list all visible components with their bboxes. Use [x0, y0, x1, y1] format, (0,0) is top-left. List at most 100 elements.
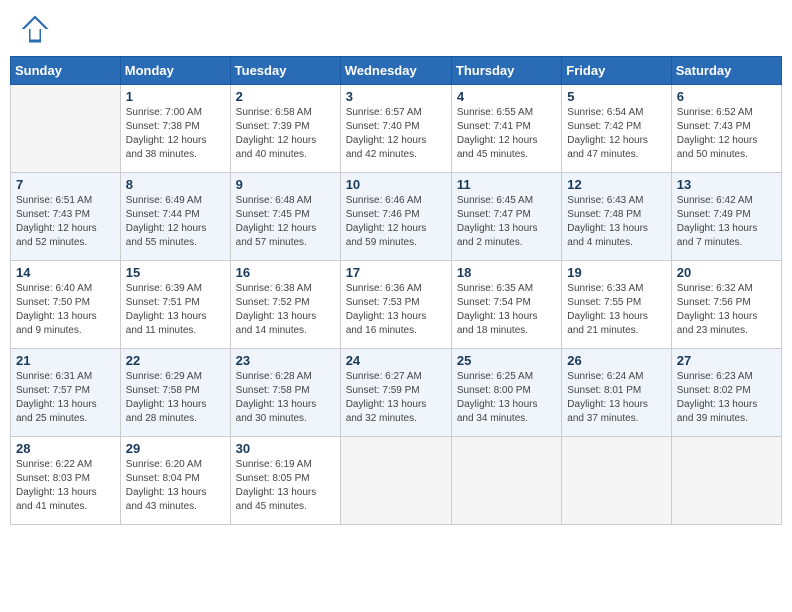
weekday-header-friday: Friday — [562, 57, 671, 85]
day-number: 24 — [346, 353, 446, 368]
day-number: 4 — [457, 89, 556, 104]
day-info: Sunrise: 6:35 AM Sunset: 7:54 PM Dayligh… — [457, 282, 556, 338]
day-info: Sunrise: 6:57 AM Sunset: 7:40 PM Dayligh… — [346, 106, 446, 162]
calendar-cell: 25 Sunrise: 6:25 AM Sunset: 8:00 PM Dayli… — [451, 349, 561, 437]
calendar-cell — [11, 85, 121, 173]
week-row-1: 1 Sunrise: 7:00 AM Sunset: 7:38 PM Daylig… — [11, 85, 782, 173]
day-number: 6 — [677, 89, 776, 104]
day-number: 13 — [677, 177, 776, 192]
day-number: 8 — [126, 177, 225, 192]
day-number: 11 — [457, 177, 556, 192]
day-number: 22 — [126, 353, 225, 368]
calendar-cell: 2 Sunrise: 6:58 AM Sunset: 7:39 PM Daylig… — [230, 85, 340, 173]
weekday-header-wednesday: Wednesday — [340, 57, 451, 85]
weekday-header-sunday: Sunday — [11, 57, 121, 85]
logo — [16, 14, 50, 44]
day-info: Sunrise: 6:23 AM Sunset: 8:02 PM Dayligh… — [677, 370, 776, 426]
day-info: Sunrise: 6:55 AM Sunset: 7:41 PM Dayligh… — [457, 106, 556, 162]
day-info: Sunrise: 6:48 AM Sunset: 7:45 PM Dayligh… — [236, 194, 335, 250]
weekday-header-tuesday: Tuesday — [230, 57, 340, 85]
day-info: Sunrise: 6:29 AM Sunset: 7:58 PM Dayligh… — [126, 370, 225, 426]
calendar-cell: 5Sunrise: 6:54 AM Sunset: 7:42 PM Daylig… — [562, 85, 671, 173]
day-info: Sunrise: 6:38 AM Sunset: 7:52 PM Dayligh… — [236, 282, 335, 338]
calendar-cell: 27 Sunrise: 6:23 AM Sunset: 8:02 PM Dayli… — [671, 349, 781, 437]
day-number: 10 — [346, 177, 446, 192]
day-number: 7 — [16, 177, 115, 192]
day-number: 21 — [16, 353, 115, 368]
calendar-cell: 26 Sunrise: 6:24 AM Sunset: 8:01 PM Dayli… — [562, 349, 671, 437]
calendar-cell: 13 Sunrise: 6:42 AM Sunset: 7:49 PM Dayli… — [671, 173, 781, 261]
day-info: Sunrise: 6:25 AM Sunset: 8:00 PM Dayligh… — [457, 370, 556, 426]
day-number: 16 — [236, 265, 335, 280]
day-number: 27 — [677, 353, 776, 368]
calendar-table: SundayMondayTuesdayWednesdayThursdayFrid… — [10, 56, 782, 525]
day-info: Sunrise: 6:36 AM Sunset: 7:53 PM Dayligh… — [346, 282, 446, 338]
day-number: 9 — [236, 177, 335, 192]
calendar-cell: 15 Sunrise: 6:39 AM Sunset: 7:51 PM Dayli… — [120, 261, 230, 349]
calendar-cell: 12Sunrise: 6:43 AM Sunset: 7:48 PM Dayli… — [562, 173, 671, 261]
day-info: Sunrise: 6:32 AM Sunset: 7:56 PM Dayligh… — [677, 282, 776, 338]
day-number: 15 — [126, 265, 225, 280]
calendar-cell: 16 Sunrise: 6:38 AM Sunset: 7:52 PM Dayli… — [230, 261, 340, 349]
week-row-5: 28 Sunrise: 6:22 AM Sunset: 8:03 PM Dayli… — [11, 437, 782, 525]
calendar-cell: 30Sunrise: 6:19 AM Sunset: 8:05 PM Dayli… — [230, 437, 340, 525]
calendar-cell: 6 Sunrise: 6:52 AM Sunset: 7:43 PM Daylig… — [671, 85, 781, 173]
weekday-header-saturday: Saturday — [671, 57, 781, 85]
logo-icon — [20, 14, 50, 44]
calendar-cell: 19 Sunrise: 6:33 AM Sunset: 7:55 PM Dayli… — [562, 261, 671, 349]
day-info: Sunrise: 6:45 AM Sunset: 7:47 PM Dayligh… — [457, 194, 556, 250]
day-info: Sunrise: 6:49 AM Sunset: 7:44 PM Dayligh… — [126, 194, 225, 250]
day-info: Sunrise: 6:27 AM Sunset: 7:59 PM Dayligh… — [346, 370, 446, 426]
day-number: 23 — [236, 353, 335, 368]
calendar-cell: 4 Sunrise: 6:55 AM Sunset: 7:41 PM Daylig… — [451, 85, 561, 173]
calendar-cell: 1 Sunrise: 7:00 AM Sunset: 7:38 PM Daylig… — [120, 85, 230, 173]
day-number: 18 — [457, 265, 556, 280]
day-number: 3 — [346, 89, 446, 104]
calendar-cell: 22 Sunrise: 6:29 AM Sunset: 7:58 PM Dayli… — [120, 349, 230, 437]
weekday-header-monday: Monday — [120, 57, 230, 85]
calendar-cell: 9 Sunrise: 6:48 AM Sunset: 7:45 PM Daylig… — [230, 173, 340, 261]
week-row-2: 7 Sunrise: 6:51 AM Sunset: 7:43 PM Daylig… — [11, 173, 782, 261]
day-number: 14 — [16, 265, 115, 280]
calendar-cell — [451, 437, 561, 525]
calendar-cell: 20Sunrise: 6:32 AM Sunset: 7:56 PM Dayli… — [671, 261, 781, 349]
day-number: 17 — [346, 265, 446, 280]
day-info: Sunrise: 6:22 AM Sunset: 8:03 PM Dayligh… — [16, 458, 115, 514]
day-info: Sunrise: 6:24 AM Sunset: 8:01 PM Dayligh… — [567, 370, 665, 426]
day-info: Sunrise: 6:33 AM Sunset: 7:55 PM Dayligh… — [567, 282, 665, 338]
day-info: Sunrise: 6:40 AM Sunset: 7:50 PM Dayligh… — [16, 282, 115, 338]
day-number: 2 — [236, 89, 335, 104]
calendar-cell: 14 Sunrise: 6:40 AM Sunset: 7:50 PM Dayli… — [11, 261, 121, 349]
calendar-cell: 7 Sunrise: 6:51 AM Sunset: 7:43 PM Daylig… — [11, 173, 121, 261]
day-number: 12 — [567, 177, 665, 192]
day-info: Sunrise: 6:52 AM Sunset: 7:43 PM Dayligh… — [677, 106, 776, 162]
day-info: Sunrise: 6:46 AM Sunset: 7:46 PM Dayligh… — [346, 194, 446, 250]
day-number: 25 — [457, 353, 556, 368]
day-number: 26 — [567, 353, 665, 368]
day-number: 30 — [236, 441, 335, 456]
day-info: Sunrise: 6:39 AM Sunset: 7:51 PM Dayligh… — [126, 282, 225, 338]
day-info: Sunrise: 6:31 AM Sunset: 7:57 PM Dayligh… — [16, 370, 115, 426]
week-row-3: 14 Sunrise: 6:40 AM Sunset: 7:50 PM Dayli… — [11, 261, 782, 349]
day-number: 1 — [126, 89, 225, 104]
calendar-cell: 21 Sunrise: 6:31 AM Sunset: 7:57 PM Dayli… — [11, 349, 121, 437]
calendar-cell: 18 Sunrise: 6:35 AM Sunset: 7:54 PM Dayli… — [451, 261, 561, 349]
day-info: Sunrise: 6:51 AM Sunset: 7:43 PM Dayligh… — [16, 194, 115, 250]
calendar-cell: 3 Sunrise: 6:57 AM Sunset: 7:40 PM Daylig… — [340, 85, 451, 173]
calendar-cell: 28 Sunrise: 6:22 AM Sunset: 8:03 PM Dayli… — [11, 437, 121, 525]
calendar-cell: 23 Sunrise: 6:28 AM Sunset: 7:58 PM Dayli… — [230, 349, 340, 437]
day-info: Sunrise: 6:54 AM Sunset: 7:42 PM Dayligh… — [567, 106, 665, 162]
calendar-cell: 8 Sunrise: 6:49 AM Sunset: 7:44 PM Daylig… — [120, 173, 230, 261]
day-info: Sunrise: 6:42 AM Sunset: 7:49 PM Dayligh… — [677, 194, 776, 250]
day-info: Sunrise: 6:20 AM Sunset: 8:04 PM Dayligh… — [126, 458, 225, 514]
calendar-cell: 10 Sunrise: 6:46 AM Sunset: 7:46 PM Dayli… — [340, 173, 451, 261]
header — [10, 10, 782, 48]
day-info: Sunrise: 6:58 AM Sunset: 7:39 PM Dayligh… — [236, 106, 335, 162]
calendar-cell — [340, 437, 451, 525]
day-number: 28 — [16, 441, 115, 456]
week-row-4: 21 Sunrise: 6:31 AM Sunset: 7:57 PM Dayli… — [11, 349, 782, 437]
day-number: 19 — [567, 265, 665, 280]
calendar-cell — [671, 437, 781, 525]
day-info: Sunrise: 6:28 AM Sunset: 7:58 PM Dayligh… — [236, 370, 335, 426]
day-info: Sunrise: 7:00 AM Sunset: 7:38 PM Dayligh… — [126, 106, 225, 162]
